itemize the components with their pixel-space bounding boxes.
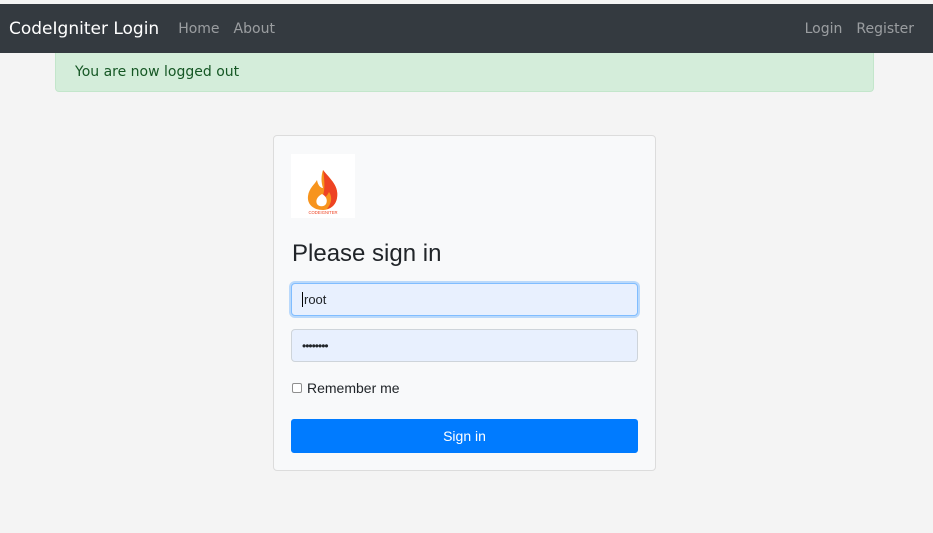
remember-me-checkbox[interactable] xyxy=(292,383,302,393)
codeigniter-logo: CODEIGNITER xyxy=(291,154,355,218)
nav-link-login[interactable]: Login xyxy=(805,21,843,37)
nav-link-about[interactable]: About xyxy=(234,21,275,37)
password-input[interactable]: •••••••• xyxy=(291,329,638,362)
logo-wordmark: CODEIGNITER xyxy=(308,210,337,215)
brand-link[interactable]: CodeIgniter Login xyxy=(9,19,159,39)
logout-alert: You are now logged out xyxy=(55,53,874,92)
nav-link-register[interactable]: Register xyxy=(856,21,914,37)
remember-me-row[interactable]: Remember me xyxy=(292,380,400,396)
top-navbar: CodeIgniter Login Home About Login Regis… xyxy=(0,4,933,53)
password-value: •••••••• xyxy=(302,338,329,353)
nav-link-home[interactable]: Home xyxy=(178,21,219,37)
remember-me-label[interactable]: Remember me xyxy=(307,380,400,396)
sign-in-heading: Please sign in xyxy=(292,240,442,267)
username-input[interactable]: root xyxy=(291,283,638,316)
username-value: root xyxy=(304,292,327,307)
sign-in-button[interactable]: Sign in xyxy=(291,419,638,453)
login-card: CODEIGNITER Please sign in root ••••••••… xyxy=(273,135,656,471)
text-caret xyxy=(302,292,303,307)
navbar-right-group: Login Register xyxy=(805,21,928,37)
alert-message: You are now logged out xyxy=(75,64,240,80)
